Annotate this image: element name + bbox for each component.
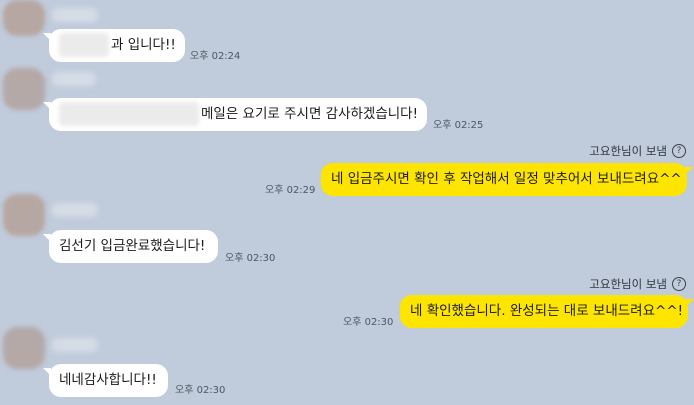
redacted-text [59,102,199,126]
message-text: 과 입니다!! [111,37,176,53]
outgoing-message-bubble[interactable]: 네 확인했습니다. 완성되는 대로 보내드려요^^! [400,295,694,328]
message-text: 네 확인했습니다. 완성되는 대로 보내드려요^^! [410,303,684,319]
message-time: 오후 02:30 [343,317,394,328]
message-time: 오후 02:30 [225,253,276,264]
incoming-message-bubble[interactable]: 과 입니다!! [43,29,185,62]
message-time: 오후 02:24 [190,51,241,62]
sender-label-text: 고요한님이 보냄 [589,277,667,291]
message-time: 오후 02:30 [175,385,226,396]
question-circle-icon[interactable]: ? [672,277,686,291]
sender-name-redacted [52,8,98,22]
incoming-message-bubble[interactable]: 김선기 입금완료했습니다! [43,230,218,263]
redacted-text [59,33,109,57]
avatar[interactable] [3,0,45,36]
question-circle-icon[interactable]: ? [672,144,686,158]
avatar[interactable] [3,327,45,369]
message-time: 오후 02:29 [265,185,316,196]
sender-name-redacted [52,338,98,352]
message-text: 네 입금주시면 확인 후 작업해서 일정 맞추어서 보내드려요^^ [331,171,682,187]
sender-name-redacted [52,203,98,217]
sender-label-text: 고요한님이 보냄 [589,144,667,158]
message-text: 메일은 요기로 주시면 감사하겠습니다! [201,106,419,122]
incoming-message-bubble[interactable]: 메일은 요기로 주시면 감사하겠습니다! [43,98,427,131]
avatar[interactable] [3,68,45,110]
sender-name-redacted [52,72,96,86]
sender-label: 고요한님이 보냄 ? [589,276,686,292]
outgoing-message-bubble[interactable]: 네 입금주시면 확인 후 작업해서 일정 맞추어서 보내드려요^^ [321,163,693,196]
message-text: 네네감사합니다!! [59,372,157,388]
message-text: 김선기 입금완료했습니다! [59,238,206,254]
avatar[interactable] [3,194,45,236]
sender-label: 고요한님이 보냄 ? [589,143,686,159]
incoming-message-bubble[interactable]: 네네감사합니다!! [43,364,168,397]
message-time: 오후 02:25 [433,120,484,131]
